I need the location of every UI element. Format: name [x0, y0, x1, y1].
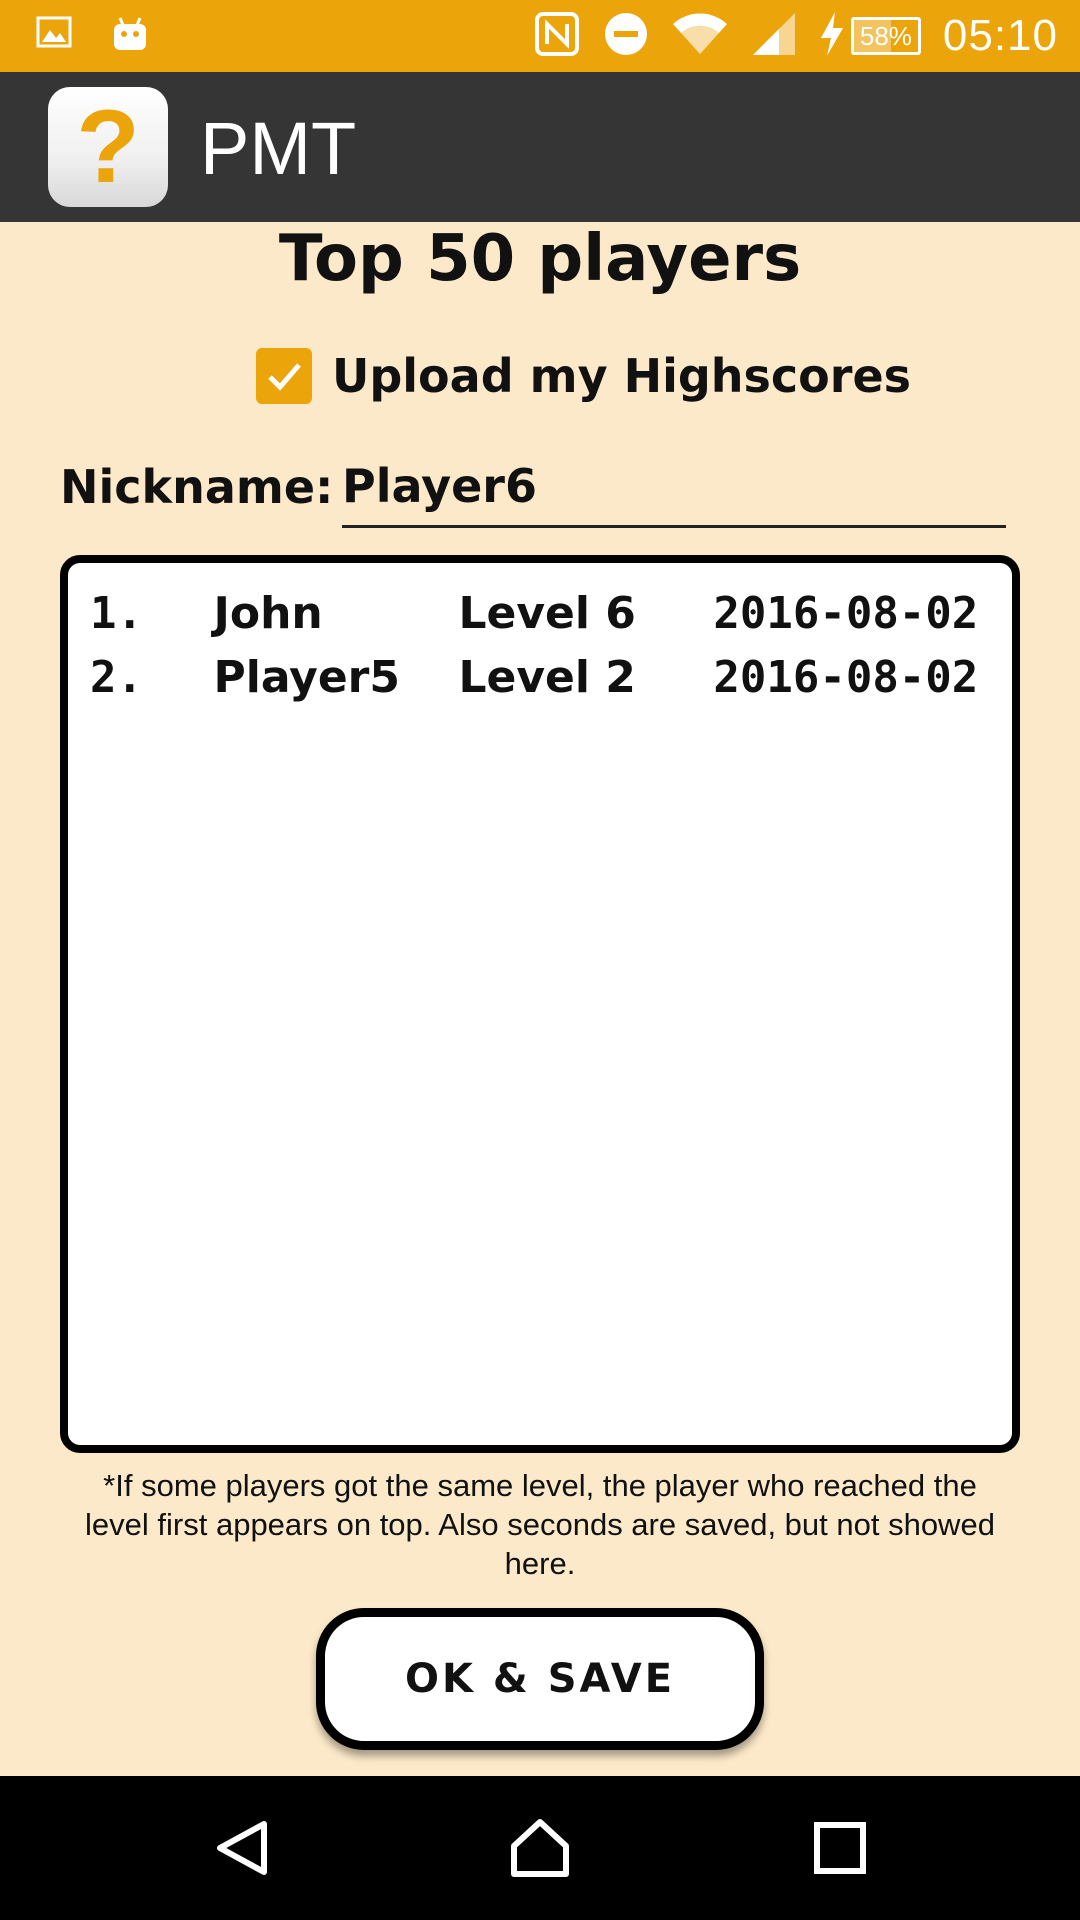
highscore-level: Level 2: [458, 651, 636, 703]
back-button[interactable]: [162, 1776, 322, 1920]
upload-highscores-checkbox[interactable]: [256, 348, 312, 404]
app-title: PMT: [200, 107, 357, 190]
highscore-rank: 1.: [90, 587, 143, 639]
battery-indicator: 58%: [819, 12, 921, 60]
highscore-player-name: John: [213, 587, 323, 639]
highscore-level: Level 6: [458, 587, 636, 639]
battery-percent: 58%: [859, 20, 912, 51]
charging-icon: [819, 12, 845, 60]
nfc-icon: [533, 10, 581, 62]
page-title: Top 50 players: [278, 222, 802, 296]
back-icon: [217, 1821, 267, 1875]
recent-apps-button[interactable]: [760, 1776, 920, 1920]
highscore-player-name: Player5: [213, 651, 400, 703]
highscore-list[interactable]: 1. John Level 6 2016-08-02 2. Player5 Le…: [60, 555, 1020, 1453]
navigation-bar: [0, 1776, 1080, 1920]
status-bar: 58% 05:10: [0, 0, 1080, 72]
highscore-row: 2. Player5 Level 2 2016-08-02: [90, 645, 990, 709]
home-icon: [511, 1819, 569, 1877]
upload-highscores-option[interactable]: Upload my Highscores: [256, 346, 911, 406]
app-bar: ? PMT: [0, 72, 1080, 222]
app-logo-icon: ?: [48, 87, 168, 207]
app-logo-glyph: ?: [76, 89, 140, 205]
highscore-date: 2016-08-02: [713, 651, 979, 703]
checkmark-icon: [268, 363, 301, 391]
nickname-input[interactable]: [342, 452, 1006, 528]
highscore-row: 1. John Level 6 2016-08-02: [90, 581, 990, 645]
do-not-disturb-icon: [603, 11, 649, 61]
image-icon: [36, 14, 72, 58]
wifi-icon: [671, 10, 729, 62]
nickname-label: Nickname:: [60, 460, 334, 514]
android-icon: [110, 14, 150, 58]
signal-icon: [751, 11, 797, 61]
highscore-date: 2016-08-02: [713, 587, 979, 639]
recent-apps-icon: [814, 1822, 866, 1874]
footnote: *If some players got the same level, the…: [85, 1468, 995, 1581]
ok-save-button[interactable]: OK & SAVE: [316, 1608, 764, 1750]
clock: 05:10: [942, 11, 1058, 60]
home-button[interactable]: [460, 1776, 620, 1920]
highscore-rank: 2.: [90, 651, 143, 703]
upload-highscores-label: Upload my Highscores: [332, 349, 912, 403]
screen: 58% 05:10 ? PMT Top 50 players Upload my…: [0, 0, 1080, 1920]
battery-icon: 58%: [850, 17, 921, 55]
